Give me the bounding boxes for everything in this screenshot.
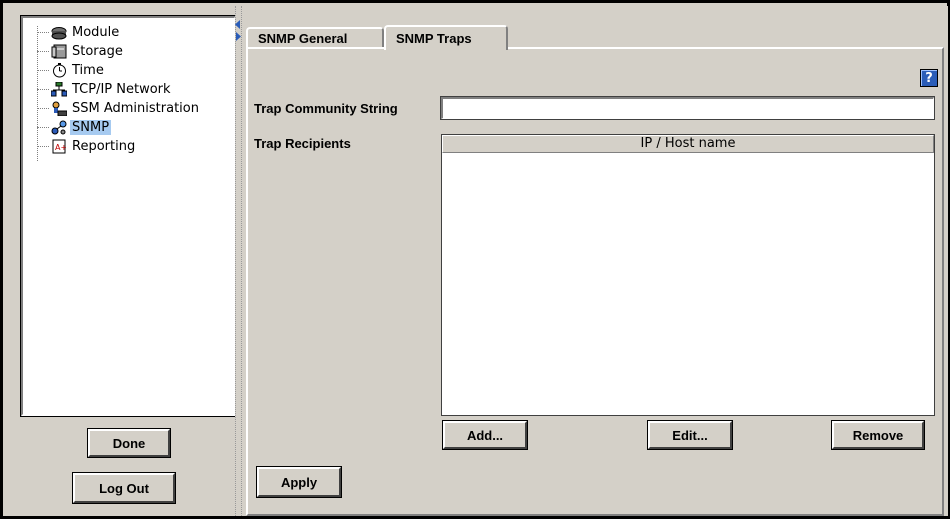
admin-icon (51, 101, 67, 116)
column-header-ip-host[interactable]: IP / Host name (442, 135, 934, 153)
snmp-traps-page: ? Trap Community String Trap Recipients … (246, 47, 944, 516)
add-button[interactable]: Add... (442, 420, 528, 450)
panel-splitter[interactable] (235, 6, 242, 516)
trap-community-label: Trap Community String (254, 101, 398, 116)
tab-label: SNMP Traps (396, 31, 472, 46)
tree-item-time[interactable]: Time (37, 62, 106, 79)
content-panel: SNMP General SNMP Traps ? Trap Community… (242, 6, 948, 516)
tab-label: SNMP General (258, 31, 348, 46)
module-icon (51, 25, 67, 40)
trap-community-input[interactable] (440, 96, 935, 120)
clock-icon (51, 63, 67, 78)
tree-item-storage[interactable]: Storage (37, 43, 125, 60)
tab-snmp-traps[interactable]: SNMP Traps (384, 25, 508, 50)
remove-button[interactable]: Remove (831, 420, 925, 450)
tab-snmp-general[interactable]: SNMP General (246, 27, 384, 48)
tree-connector (37, 146, 49, 147)
tree-connector (37, 108, 49, 109)
tree-item-label: SSM Administration (72, 101, 199, 116)
tree-item-label: Reporting (72, 139, 136, 154)
tree-connector (37, 89, 49, 90)
tree-item-snmp[interactable]: SNMP (37, 119, 112, 136)
tree-connector (37, 32, 49, 33)
tree-connector (37, 51, 49, 52)
collapse-arrows-icon[interactable] (235, 20, 242, 42)
svg-text:A+: A+ (55, 143, 66, 152)
navigation-panel: Module Storage Time TCP/IP Network SSM A… (6, 6, 237, 516)
storage-icon (51, 44, 67, 59)
app-window: Module Storage Time TCP/IP Network SSM A… (0, 0, 950, 519)
apply-button[interactable]: Apply (256, 466, 342, 498)
network-icon (51, 82, 67, 97)
navigation-tree[interactable]: Module Storage Time TCP/IP Network SSM A… (20, 15, 237, 417)
report-icon: A+ (51, 139, 67, 154)
tree-item-module[interactable]: Module (37, 24, 121, 41)
tree-item-label: TCP/IP Network (72, 82, 171, 97)
help-icon[interactable]: ? (920, 69, 938, 87)
trap-recipients-label: Trap Recipients (254, 136, 351, 151)
tree-item-label: Module (72, 25, 120, 40)
tree-connector (37, 127, 49, 128)
logout-button[interactable]: Log Out (72, 472, 176, 504)
edit-button[interactable]: Edit... (647, 420, 733, 450)
done-button[interactable]: Done (87, 428, 171, 458)
tree-item-label: Time (72, 63, 104, 78)
tree-item-reporting[interactable]: A+ Reporting (37, 138, 137, 155)
trap-recipients-table[interactable]: IP / Host name (441, 134, 935, 416)
snmp-icon (51, 120, 67, 135)
tree-connector (37, 70, 49, 71)
tree-item-label: SNMP (70, 120, 112, 135)
tree-item-ssm-administration[interactable]: SSM Administration (37, 100, 201, 117)
tree-item-label: Storage (72, 44, 123, 59)
tree-item-tcpip-network[interactable]: TCP/IP Network (37, 81, 173, 98)
